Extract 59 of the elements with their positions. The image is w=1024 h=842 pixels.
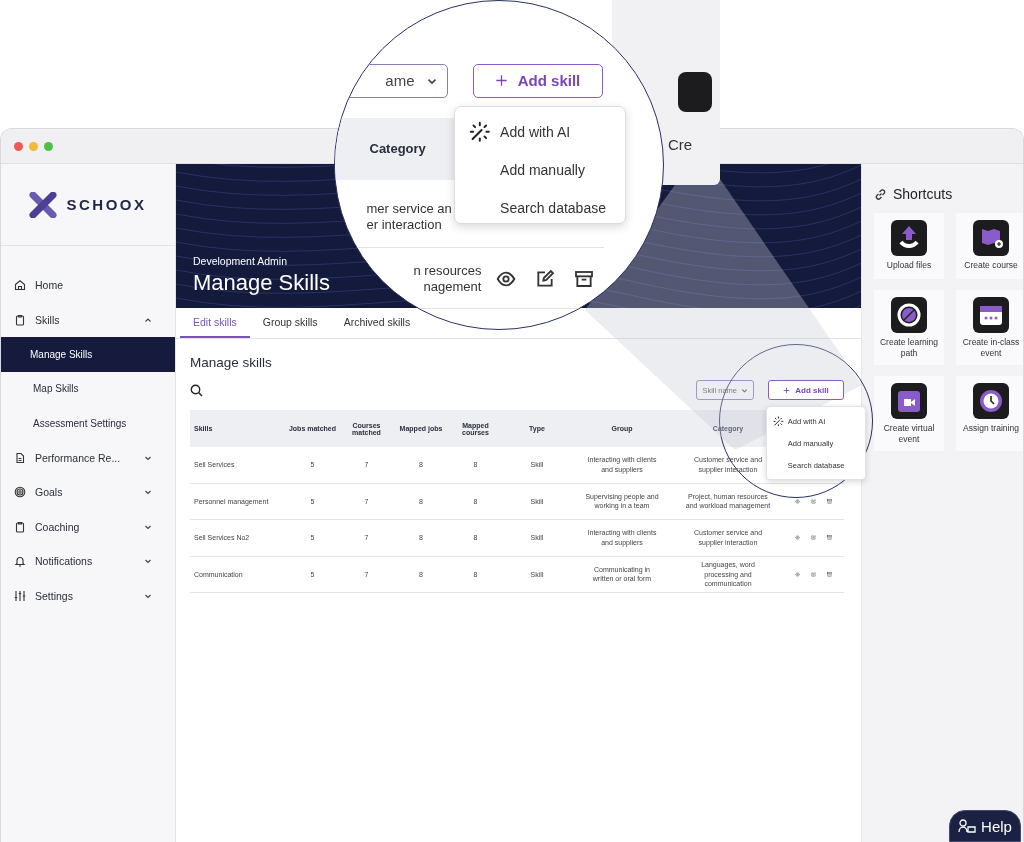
logo-icon	[29, 191, 58, 218]
shortcut-tile[interactable]: Create in-class event	[956, 290, 1023, 365]
shortcut-tile[interactable]: Create course	[956, 213, 1023, 279]
add-skill-button[interactable]: Add skill	[472, 63, 603, 98]
help-button[interactable]: Help	[949, 810, 1021, 842]
document-icon	[14, 451, 26, 464]
clipboard-icon	[14, 520, 26, 533]
nav-item[interactable]: Notifications	[1, 544, 175, 579]
close-window-button[interactable]	[14, 141, 23, 151]
clipboard-icon	[14, 313, 26, 326]
clock-icon	[973, 383, 1009, 419]
nav-item[interactable]: Goals	[1, 475, 175, 510]
column-header: Category	[369, 141, 426, 156]
tab[interactable]: Archived skills	[330, 308, 424, 338]
help-icon	[958, 819, 977, 833]
page-title: Manage Skills	[193, 270, 330, 296]
panel-title: Shortcuts	[893, 186, 953, 202]
search-icon[interactable]	[190, 383, 203, 397]
table-cell: n resources nagement	[413, 262, 482, 295]
shortcut-tile[interactable]: Upload files	[874, 213, 944, 279]
nav-item[interactable]: Home	[1, 268, 175, 303]
archive-icon[interactable]	[573, 268, 594, 289]
menu-item[interactable]: Add with AI	[454, 112, 625, 151]
magic-wand-icon	[468, 120, 491, 143]
nav-item[interactable]: Performance Re...	[1, 440, 175, 475]
compass-icon	[891, 297, 927, 333]
section-title: Manage skills	[190, 355, 273, 370]
shortcut-tile[interactable]: Assign training	[956, 376, 1023, 451]
link-icon	[874, 187, 887, 201]
video-calendar-icon	[891, 383, 927, 419]
menu-item[interactable]: Add manually	[454, 150, 625, 189]
tab[interactable]: Group skills	[249, 308, 331, 338]
shortcut-label: Cre	[668, 136, 693, 153]
nav-subitem[interactable]: Assessment Settings	[1, 406, 175, 441]
page-subtitle: Development Admin	[193, 255, 288, 267]
magic-wand-icon	[773, 415, 784, 427]
shortcut-tile[interactable]: Create learning path	[874, 290, 944, 365]
nav-subitem[interactable]: Manage Skills	[1, 337, 175, 372]
sliders-icon	[14, 589, 26, 602]
logo-text: SCHOOX	[66, 196, 147, 213]
nav-item[interactable]: Settings	[1, 578, 175, 613]
tab[interactable]: Edit skills	[180, 308, 250, 338]
nav-item[interactable]: Skills	[1, 302, 175, 337]
plus-icon	[783, 386, 791, 394]
home-icon	[14, 279, 26, 292]
plus-icon	[494, 74, 508, 87]
book-icon	[973, 220, 1009, 256]
upload-icon	[891, 220, 927, 256]
bell-icon	[14, 555, 26, 568]
target-icon	[14, 486, 26, 499]
shortcut-tile[interactable]: Create virtual event	[874, 376, 944, 451]
nav-subitem[interactable]: Map Skills	[1, 371, 175, 406]
edit-icon[interactable]	[534, 268, 555, 289]
add-skill-button[interactable]: Add skill	[768, 380, 844, 400]
calendar-icon	[973, 297, 1009, 333]
shortcut-icon	[678, 72, 712, 112]
nav-item[interactable]: Coaching	[1, 509, 175, 544]
menu-item[interactable]: Search database	[454, 188, 625, 227]
table-cell: mer service an er interaction	[366, 200, 452, 233]
